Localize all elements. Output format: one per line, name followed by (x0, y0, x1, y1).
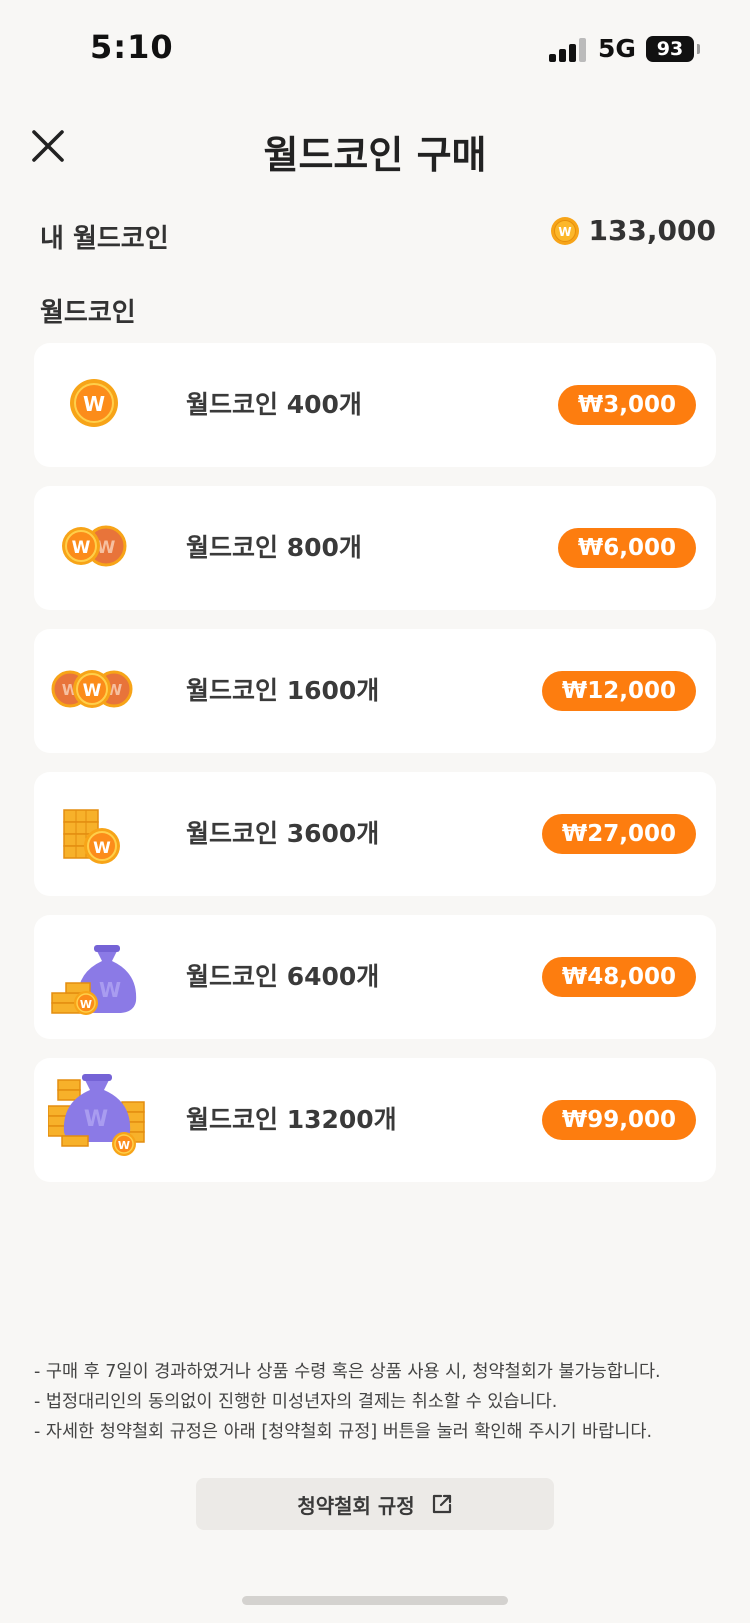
product-name: 월드코인 400개 (186, 390, 362, 419)
product-name: 월드코인 1600개 (186, 676, 380, 705)
price-button[interactable]: ₩27,000 (541, 814, 696, 854)
coin-icon: W (551, 216, 580, 245)
svg-text:W: W (559, 225, 572, 239)
refund-policy-label: 청약철회 규정 (297, 1493, 415, 1518)
external-link-icon (432, 1494, 451, 1514)
price-button[interactable]: ₩99,000 (541, 1100, 696, 1140)
product-list: W 월드코인 400개 ₩3,000 W W 월드코인 800개 ₩6,000 … (34, 343, 716, 1201)
page-title: 월드코인 구매 (263, 133, 487, 177)
svg-text:W: W (80, 998, 92, 1011)
note-line: - 자세한 청약철회 규정은 아래 [청약철회 규정] 버튼을 눌러 확인해 주… (34, 1422, 653, 1442)
coin-stack-icon: W (48, 784, 158, 884)
product-item-6400[interactable]: W W 월드코인 6400개 ₩48,000 (34, 915, 716, 1039)
three-coins-icon: W W W (48, 641, 158, 741)
product-item-400[interactable]: W 월드코인 400개 ₩3,000 (34, 343, 716, 467)
home-indicator[interactable] (242, 1596, 508, 1605)
svg-text:W: W (93, 838, 111, 857)
battery-level: 93 (656, 38, 684, 60)
product-item-800[interactable]: W W 월드코인 800개 ₩6,000 (34, 486, 716, 610)
svg-text:W: W (118, 1139, 130, 1152)
price-button[interactable]: ₩12,000 (541, 671, 696, 711)
price-button[interactable]: ₩3,000 (557, 385, 696, 425)
status-bar: 5:10 5G 93 (0, 0, 750, 100)
section-title: 월드코인 (40, 298, 136, 328)
svg-text:W: W (84, 1107, 108, 1132)
signal-icon (549, 38, 587, 62)
note-line: - 구매 후 7일이 경과하였거나 상품 수령 혹은 상품 사용 시, 청약철회… (34, 1362, 661, 1382)
balance-display: W 133,000 (550, 214, 716, 247)
svg-text:W: W (99, 978, 121, 1002)
price-button[interactable]: ₩48,000 (541, 957, 696, 997)
balance-label: 내 월드코인 (40, 224, 169, 254)
product-name: 월드코인 13200개 (186, 1105, 397, 1134)
product-item-1600[interactable]: W W W 월드코인 1600개 ₩12,000 (34, 629, 716, 753)
product-item-3600[interactable]: W 월드코인 3600개 ₩27,000 (34, 772, 716, 896)
refund-notes: - 구매 후 7일이 경과하였거나 상품 수령 혹은 상품 사용 시, 청약철회… (34, 1357, 724, 1447)
svg-text:W: W (72, 538, 91, 558)
battery-tip (697, 44, 700, 54)
product-name: 월드코인 3600개 (186, 819, 380, 848)
network-type: 5G (598, 34, 636, 63)
product-name: 월드코인 6400개 (186, 962, 380, 991)
refund-policy-button[interactable]: 청약철회 규정 (196, 1478, 554, 1530)
svg-text:W: W (83, 392, 105, 416)
coin-bag-large-icon: W W (47, 1070, 158, 1170)
note-line: - 법정대리인의 동의없이 진행한 미성년자의 결제는 취소할 수 있습니다. (34, 1392, 558, 1412)
product-name: 월드코인 800개 (186, 533, 362, 562)
price-button[interactable]: ₩6,000 (557, 528, 696, 568)
svg-text:W: W (83, 681, 102, 701)
battery-icon: 93 (646, 36, 694, 62)
two-coins-icon: W W (48, 498, 158, 598)
balance-value: 133,000 (588, 214, 716, 247)
single-coin-icon: W (48, 355, 158, 455)
coin-bag-icon: W W (48, 927, 158, 1027)
status-time: 5:10 (90, 28, 174, 66)
product-item-13200[interactable]: W W 월드코인 13200개 ₩99,000 (34, 1058, 716, 1182)
